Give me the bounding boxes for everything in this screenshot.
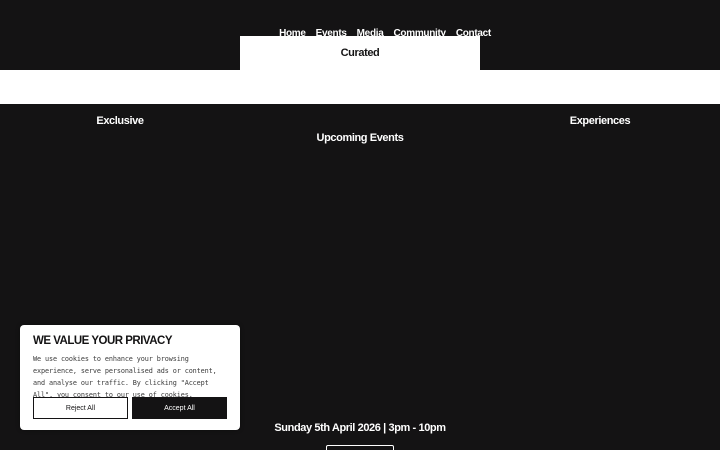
hero-word-curated: Curated bbox=[340, 47, 380, 59]
accept-all-button[interactable]: Accept All bbox=[132, 397, 227, 419]
cookie-consent-banner: WE VALUE YOUR PRIVACY We use cookies to … bbox=[20, 325, 240, 430]
cookie-buttons: Reject All Accept All bbox=[33, 397, 227, 419]
hero-word-experiences: Experiences bbox=[569, 115, 631, 127]
upcoming-events-heading: Upcoming Events bbox=[316, 132, 404, 144]
cookie-body: We use cookies to enhance your browsing … bbox=[33, 355, 217, 399]
hero-white-band bbox=[0, 70, 720, 104]
hero-word-exclusive: Exclusive bbox=[96, 115, 144, 127]
cookie-title: WE VALUE YOUR PRIVACY bbox=[33, 335, 173, 347]
reject-all-button[interactable]: Reject All bbox=[33, 397, 128, 419]
event-button[interactable] bbox=[326, 445, 394, 450]
